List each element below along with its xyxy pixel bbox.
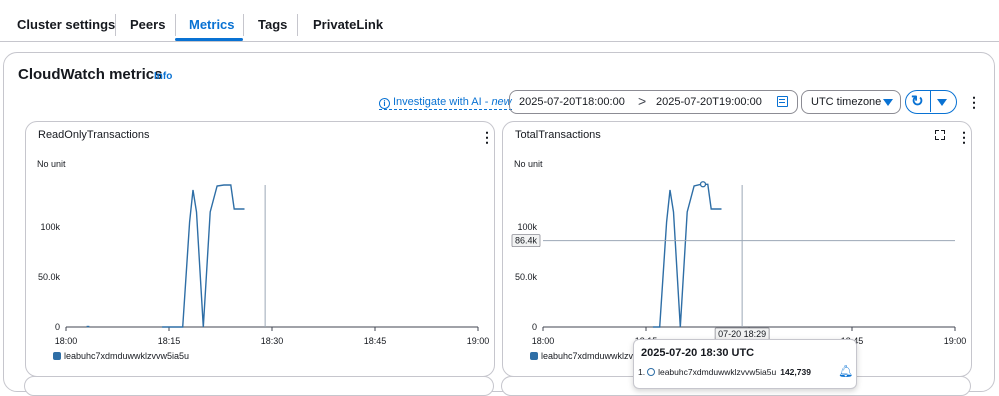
legend-label: leabuhc7xdmduwwklzvvw5ia5u (64, 351, 190, 361)
refresh-split-button[interactable]: ↻ (905, 90, 957, 114)
panel-menu-icon[interactable]: ⋮ (967, 95, 981, 109)
info-circle-icon: i (379, 98, 390, 109)
calendar-icon[interactable] (777, 96, 788, 107)
hover-point (699, 181, 707, 188)
legend-swatch (53, 352, 61, 360)
tooltip-title: 2025-07-20 18:30 UTC (641, 347, 755, 359)
crosshair-time-label: 07-20 18:29 (718, 329, 766, 339)
chevron-right-icon: > (638, 93, 647, 109)
legend-swatch (530, 352, 538, 360)
investigate-with-ai-link[interactable]: i Investigate with AI - new (379, 96, 512, 110)
y-tick-label: 0 (532, 322, 537, 332)
y-tick-label: 50.0k (38, 272, 61, 282)
series-line (162, 184, 245, 328)
y-tick-label: 100k (40, 222, 60, 232)
info-link[interactable]: Info (154, 71, 172, 82)
tab-metrics[interactable]: Metrics (189, 0, 235, 42)
y-tick-label: 100k (517, 222, 537, 232)
range-start-value: 2025-07-20T18:00:00 (519, 96, 625, 108)
timezone-value: UTC timezone (811, 96, 882, 108)
tab-divider (175, 14, 176, 36)
x-tick-label: 18:00 (55, 336, 78, 346)
x-tick-label: 19:00 (944, 336, 967, 346)
x-tick-label: 18:45 (364, 336, 387, 346)
tab-tags[interactable]: Tags (258, 0, 287, 42)
tooltip-series: leabuhc7xdmduwwklzvvw5ia5u (658, 367, 777, 377)
investigate-label: Investigate with AI - (393, 96, 492, 108)
series-marker-icon (647, 368, 656, 376)
crosshair-value-label: 86.4k (515, 236, 538, 246)
split-divider (930, 91, 931, 112)
legend-item[interactable]: leabuhc7xdmduwwklzvvw5ia5u (53, 351, 189, 361)
range-end-value: 2025-07-20T19:00:00 (656, 96, 762, 108)
y-tick-label: 50.0k (515, 272, 538, 282)
x-tick-label: 18:00 (532, 336, 555, 346)
tab-bar: Cluster settings Peers Metrics Tags Priv… (0, 0, 999, 42)
bell-icon[interactable]: 🔔︎ (838, 364, 853, 378)
line-chart[interactable]: 050.0k100k18:0018:1518:3018:4519:0086.4k… (503, 122, 971, 352)
tab-divider (297, 14, 298, 36)
tab-divider (115, 14, 116, 36)
tab-cluster-settings[interactable]: Cluster settings (17, 0, 115, 42)
caret-down-icon (883, 99, 893, 106)
tooltip-value: 142,739 (780, 367, 811, 377)
line-chart[interactable]: 0 50.0k 100k 18:00 18:15 18:30 18:45 19:00 (26, 122, 494, 352)
refresh-interval-caret-icon[interactable] (937, 99, 947, 106)
tab-peers[interactable]: Peers (130, 0, 165, 42)
y-tick-label: 0 (55, 322, 60, 332)
next-widget-card (24, 376, 494, 396)
x-tick-label: 19:00 (467, 336, 490, 346)
active-tab-indicator (175, 38, 243, 41)
refresh-icon[interactable]: ↻ (911, 93, 924, 110)
series-line (652, 183, 722, 328)
tab-divider (243, 14, 244, 36)
tab-privatelink[interactable]: PrivateLink (313, 0, 383, 42)
date-range-picker[interactable]: 2025-07-20T18:00:00 > 2025-07-20T19:00:0… (509, 90, 798, 114)
panel-title: CloudWatch metrics (18, 66, 163, 83)
timezone-select[interactable]: UTC timezone (801, 90, 901, 114)
widget-readonly-transactions: ReadOnlyTransactions ⋮ No unit 0 50.0k 100… (25, 121, 495, 377)
chart-tooltip: 2025-07-20 18:30 UTC 1. leabuhc7xdmduwwkl… (633, 339, 857, 389)
x-tick-label: 18:15 (158, 336, 181, 346)
tooltip-index: 1. (638, 367, 646, 377)
x-tick-label: 18:30 (261, 336, 284, 346)
tooltip-row: 1. leabuhc7xdmduwwklzvvw5ia5u 142,739 (638, 367, 811, 377)
